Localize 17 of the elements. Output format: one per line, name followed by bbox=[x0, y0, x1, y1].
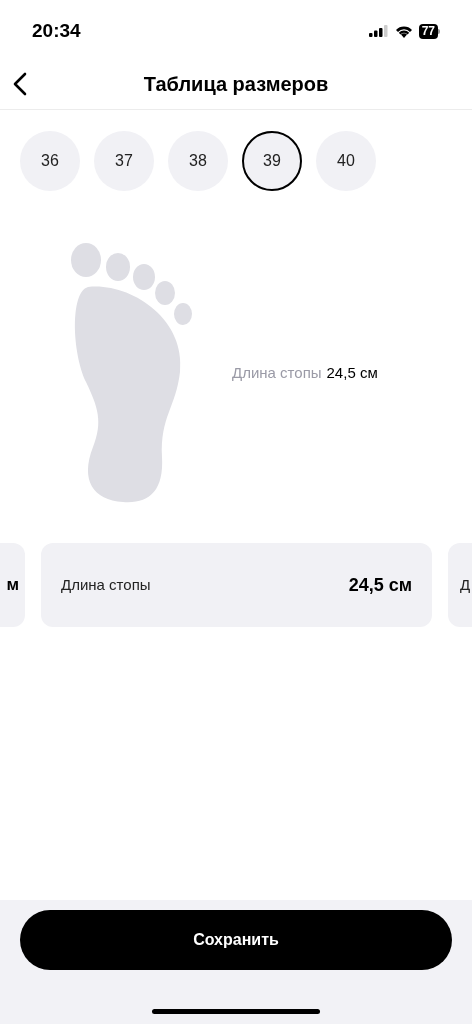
status-time: 20:34 bbox=[32, 18, 81, 43]
size-option[interactable]: 36 bbox=[20, 131, 80, 191]
screen-title: Таблица размеров bbox=[143, 71, 329, 97]
size-option[interactable]: 40 bbox=[316, 131, 376, 191]
size-option[interactable]: 39 bbox=[242, 131, 302, 191]
foot-length-value: 24,5 см bbox=[326, 362, 378, 383]
size-option[interactable]: 37 bbox=[94, 131, 154, 191]
save-button[interactable]: Сохранить bbox=[20, 910, 452, 970]
card-label: Д bbox=[460, 574, 471, 595]
wifi-icon bbox=[394, 24, 413, 38]
size-option[interactable]: 38 bbox=[168, 131, 228, 191]
battery-icon: 77 bbox=[418, 23, 440, 39]
signal-icon bbox=[368, 25, 389, 37]
card-value: 24,5 см bbox=[348, 573, 412, 597]
card-label: Длина стопы bbox=[61, 574, 151, 595]
foot-length-label: Длина стопы bbox=[232, 362, 322, 383]
card-value: м bbox=[6, 574, 19, 597]
